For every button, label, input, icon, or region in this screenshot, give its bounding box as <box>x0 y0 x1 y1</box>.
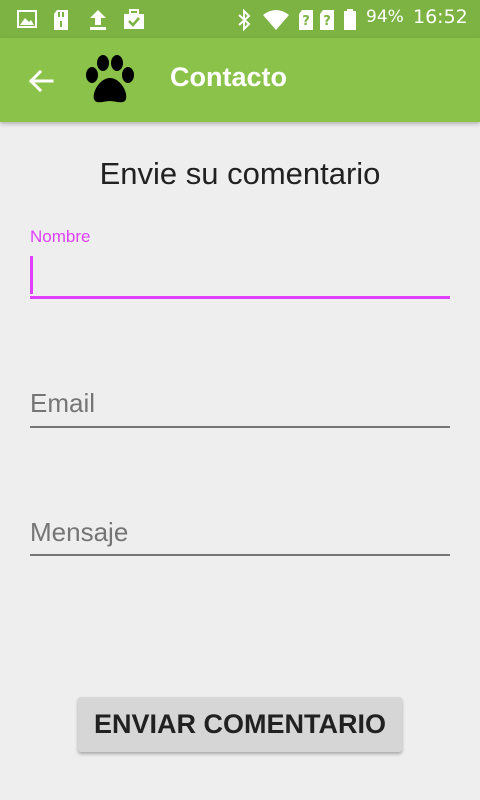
email-underline <box>30 426 450 428</box>
name-underline <box>30 296 450 299</box>
app-bar: Contacto <box>0 38 480 122</box>
send-comment-button[interactable]: ENVIAR COMENTARIO <box>78 697 402 752</box>
message-field[interactable] <box>30 511 450 559</box>
wifi-icon <box>263 10 289 30</box>
name-input[interactable] <box>30 254 450 294</box>
svg-text:?: ? <box>323 14 331 29</box>
image-icon <box>17 10 37 28</box>
email-input[interactable] <box>30 383 450 423</box>
battery-icon <box>344 9 356 30</box>
sd-card-icon <box>54 10 68 30</box>
form-heading: Envie su comentario <box>99 156 381 191</box>
arrow-back-icon[interactable] <box>22 62 60 100</box>
no-sim-icon: ? <box>320 10 334 30</box>
battery-percent: 94% <box>366 7 404 27</box>
no-sim-icon: ? <box>299 10 313 30</box>
name-label: Nombre <box>30 227 91 246</box>
upload-icon <box>90 10 106 30</box>
page-title: Contacto <box>170 62 287 92</box>
message-input[interactable] <box>30 512 450 552</box>
name-field[interactable]: Nombre <box>30 227 450 302</box>
briefcase-check-icon <box>124 9 144 29</box>
bluetooth-icon <box>238 9 251 31</box>
email-field[interactable] <box>30 383 450 431</box>
svg-text:?: ? <box>302 14 310 29</box>
paw-icon <box>86 55 134 103</box>
clock: 16:52 <box>413 6 468 28</box>
message-underline <box>30 554 450 556</box>
status-bar: ? ? 94% 16:52 <box>0 0 480 38</box>
